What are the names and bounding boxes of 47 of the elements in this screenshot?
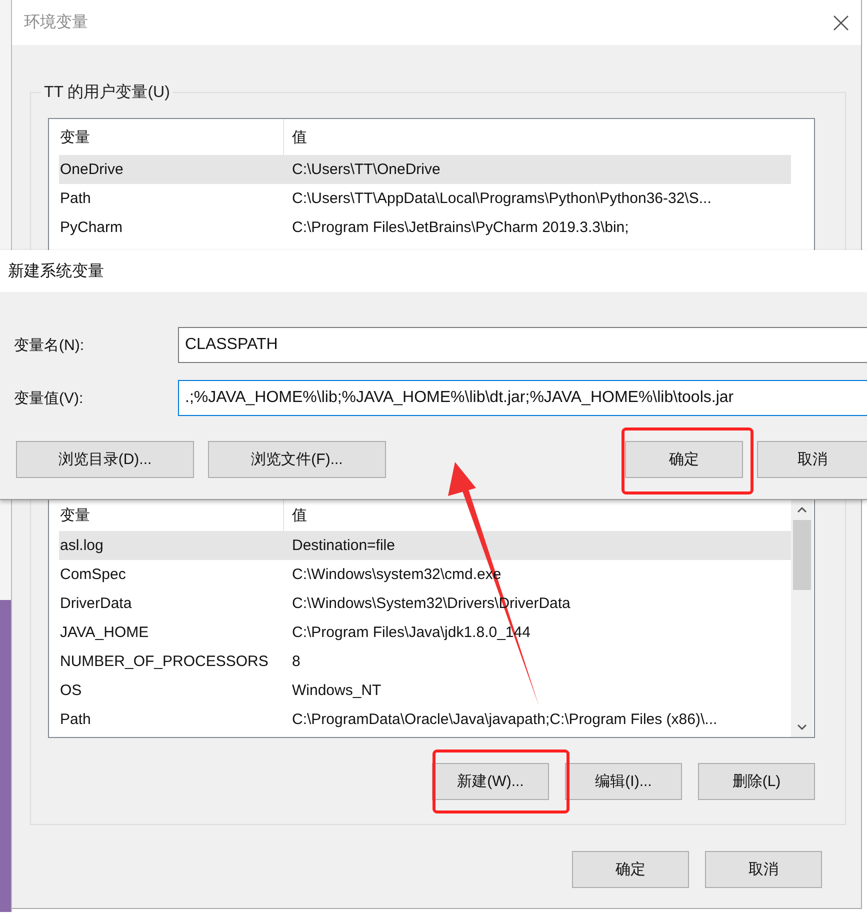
- dialog-title: 新建系统变量: [8, 262, 104, 282]
- variable-row[interactable]: Path C:\Users\TT\AppData\Local\Programs\Python\Python36-32\S...: [59, 184, 791, 213]
- cancel-button[interactable]: 取消: [705, 851, 822, 888]
- variable-name: PyCharm: [59, 219, 124, 236]
- variable-name: asl.log: [59, 537, 104, 554]
- variable-name: DriverData: [59, 595, 133, 612]
- variable-value: C:\ProgramData\Oracle\Java\javapath;C:\Program Files (x86)\...: [291, 711, 718, 728]
- scroll-down-icon[interactable]: [797, 723, 807, 731]
- scroll-thumb[interactable]: [793, 520, 811, 590]
- group-label: TT 的用户变量(U): [41, 82, 173, 103]
- input-field[interactable]: CLASSPATH: [178, 327, 867, 363]
- variable-name: NUMBER_OF_PROCESSORS: [59, 653, 270, 670]
- variable-value: C:\Users\TT\AppData\Local\Programs\Python\Python36-32\S...: [291, 190, 712, 207]
- column-header[interactable]: 值: [284, 119, 791, 155]
- variable-value: C:\Program Files\JetBrains\PyCharm 2019.3.3\bin;: [291, 219, 630, 236]
- variable-name: OneDrive: [59, 161, 124, 178]
- ok-button[interactable]: 确定: [572, 851, 689, 888]
- variable-name: Path: [59, 190, 92, 207]
- window-title: 环境变量: [24, 12, 88, 33]
- list-action-button[interactable]: 删除(L): [698, 763, 815, 800]
- list-action-button[interactable]: 编辑(I)...: [565, 763, 682, 800]
- variable-name: Path: [59, 711, 92, 728]
- variable-row[interactable]: asl.log Destination=file: [59, 531, 791, 560]
- variable-row[interactable]: OneDrive C:\Users\TT\OneDrive: [59, 155, 791, 184]
- variable-row[interactable]: NUMBER_OF_PROCESSORS 8: [59, 647, 791, 676]
- field-label: 变量名(N):: [13, 336, 85, 354]
- scrollbar[interactable]: [791, 500, 813, 737]
- variable-row[interactable]: OS Windows_NT: [59, 676, 791, 705]
- variable-name: JAVA_HOME: [59, 624, 150, 641]
- field-label: 变量值(V):: [13, 388, 84, 408]
- list-action-button[interactable]: 新建(W)...: [432, 763, 549, 800]
- variable-value: Windows_NT: [291, 682, 382, 699]
- variable-name: OS: [59, 682, 83, 699]
- cancel-button[interactable]: 取消: [757, 441, 867, 478]
- variable-value: C:\Users\TT\OneDrive: [291, 161, 442, 178]
- scroll-up-icon[interactable]: [797, 506, 807, 514]
- browse-button[interactable]: 浏览目录(D)...: [16, 441, 194, 478]
- variable-value: 8: [291, 653, 302, 670]
- variable-row[interactable]: Path C:\ProgramData\Oracle\Java\javapath;C:\Program Files (x86)\...: [59, 705, 791, 734]
- close-icon[interactable]: [833, 14, 849, 30]
- column-header[interactable]: 值: [284, 500, 791, 531]
- variable-value: Destination=file: [291, 537, 396, 554]
- ok-button[interactable]: 确定: [625, 441, 743, 478]
- browse-button[interactable]: 浏览文件(F)...: [208, 441, 386, 478]
- input-field[interactable]: .;%JAVA_HOME%\lib;%JAVA_HOME%\lib\dt.jar;%JAVA_HOME%\lib\tools.jar: [178, 380, 867, 416]
- variable-row[interactable]: PyCharm C:\Program Files\JetBrains\PyCharm 2019.3.3\bin;: [59, 213, 791, 242]
- variable-name: ComSpec: [59, 566, 127, 583]
